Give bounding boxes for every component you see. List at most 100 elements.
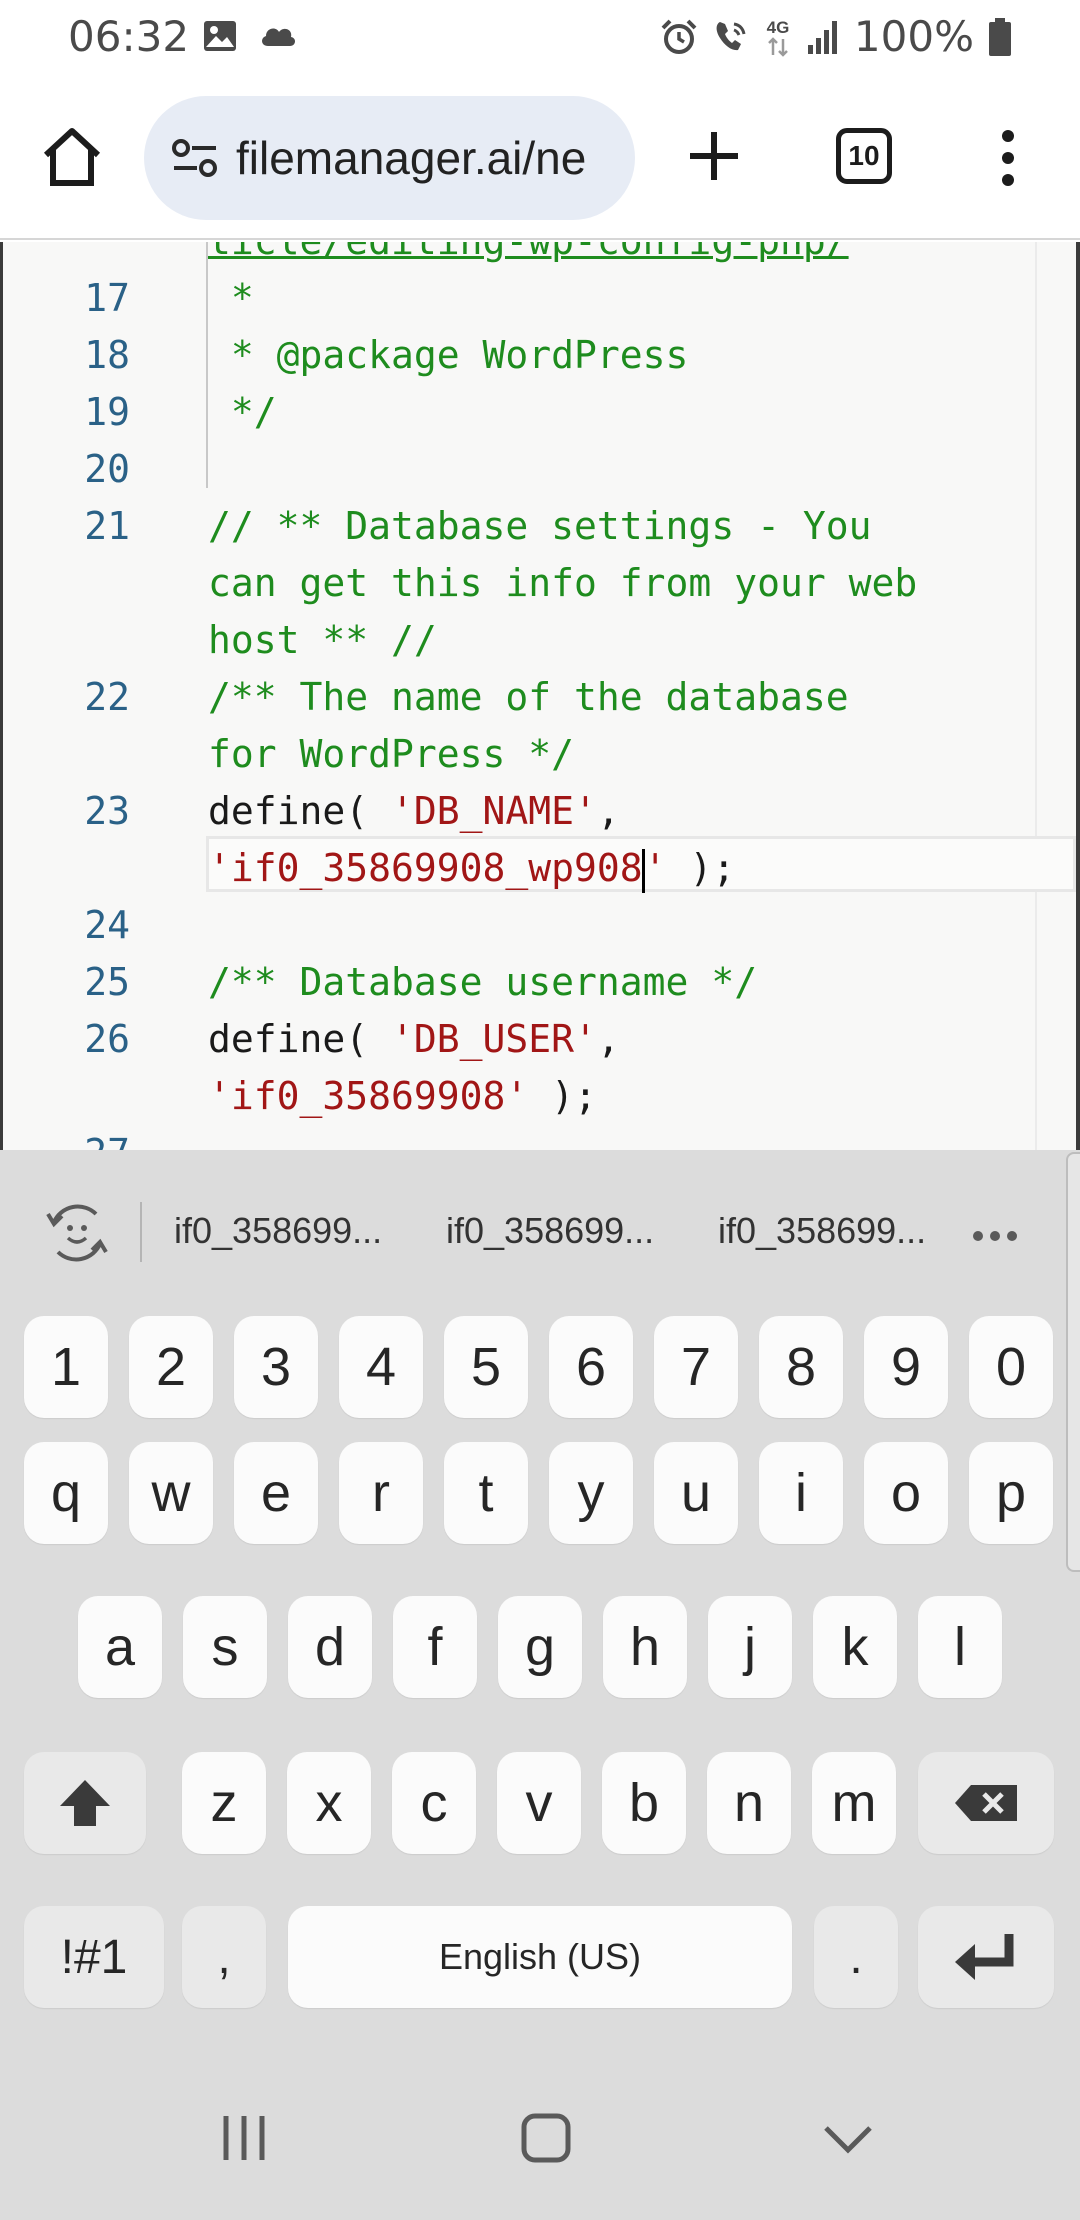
more-suggestions-icon[interactable] [972,1230,1018,1242]
comma-key[interactable]: , [182,1906,266,2008]
symbols-key[interactable]: !#1 [24,1906,164,2008]
key-5[interactable]: 5 [444,1316,528,1418]
key-2[interactable]: 2 [129,1316,213,1418]
code-line[interactable]: 19 */ [0,384,1080,441]
emoji-refresh-icon[interactable] [44,1200,110,1266]
backspace-icon [955,1785,1017,1821]
key-i[interactable]: i [759,1442,843,1544]
suggestion-2[interactable]: if0_358699... [446,1210,654,1252]
key-l[interactable]: l [918,1596,1002,1698]
key-9[interactable]: 9 [864,1316,948,1418]
key-j[interactable]: j [708,1596,792,1698]
site-settings-icon[interactable] [170,133,220,183]
suggestion-1[interactable]: if0_358699... [174,1210,382,1252]
status-left-icons [202,18,298,54]
key-4[interactable]: 4 [339,1316,423,1418]
wifi-calling-icon [716,21,746,50]
code-line[interactable]: 'if0_35869908_wp908' ); [0,840,1080,897]
code-token: define( [208,789,392,833]
key-a[interactable]: a [78,1596,162,1698]
code-line[interactable]: ticle/editing-wp-config-php/ [0,242,1080,270]
backspace-key[interactable] [918,1752,1054,1854]
period-key[interactable]: . [814,1906,898,2008]
suggestion-3[interactable]: if0_358699... [718,1210,926,1252]
key-t[interactable]: t [444,1442,528,1544]
key-x[interactable]: x [287,1752,371,1854]
code-line[interactable]: 21 // ** Database settings - You [0,498,1080,555]
enter-key[interactable] [918,1906,1054,2008]
key-8[interactable]: 8 [759,1316,843,1418]
line-number: 26 [84,1017,130,1061]
code-comment: host ** // [208,618,437,662]
key-p[interactable]: p [969,1442,1053,1544]
key-v[interactable]: v [497,1752,581,1854]
code-text: 'if0_35869908' ); [208,1068,597,1125]
key-6[interactable]: 6 [549,1316,633,1418]
key-d[interactable]: d [288,1596,372,1698]
key-w[interactable]: w [129,1442,213,1544]
code-text: for WordPress */ [208,726,574,783]
key-n[interactable]: n [707,1752,791,1854]
key-0[interactable]: 0 [969,1316,1053,1418]
key-s[interactable]: s [183,1596,267,1698]
key-o[interactable]: o [864,1442,948,1544]
tab-switcher-button[interactable]: 10 [836,128,892,184]
key-e[interactable]: e [234,1442,318,1544]
key-3[interactable]: 3 [234,1316,318,1418]
code-text: */ [208,384,277,441]
code-editor[interactable]: ticle/editing-wp-config-php/17 *18 * @pa… [0,242,1080,1150]
key-7[interactable]: 7 [654,1316,738,1418]
code-line[interactable]: 20 [0,441,1080,498]
code-token: ); [528,1074,597,1118]
suggestion-divider [140,1202,142,1262]
code-line[interactable]: 18 * @package WordPress [0,327,1080,384]
code-line[interactable]: 24 [0,897,1080,954]
shift-key[interactable] [24,1752,146,1854]
code-line[interactable]: for WordPress */ [0,726,1080,783]
key-m[interactable]: m [812,1752,896,1854]
line-number: 23 [84,789,130,833]
key-f[interactable]: f [393,1596,477,1698]
enter-icon [955,1934,1014,1980]
key-q[interactable]: q [24,1442,108,1544]
code-text: // ** Database settings - You [208,498,871,555]
key-c[interactable]: c [392,1752,476,1854]
key-g[interactable]: g [498,1596,582,1698]
code-line[interactable]: 22 /** The name of the database [0,669,1080,726]
code-link[interactable]: ticle/editing-wp-config-php/ [208,242,849,263]
code-string: 'DB_NAME' [391,789,597,833]
code-comment: /** The name of the database [208,675,849,719]
key-1[interactable]: 1 [24,1316,108,1418]
code-line[interactable]: 25 /** Database username */ [0,954,1080,1011]
code-line[interactable]: 27 [0,1125,1080,1150]
back-nav-icon[interactable] [812,2102,884,2174]
home-nav-icon[interactable] [510,2102,582,2174]
code-line[interactable]: 23 define( 'DB_NAME', [0,783,1080,840]
key-k[interactable]: k [813,1596,897,1698]
code-line[interactable]: 'if0_35869908' ); [0,1068,1080,1125]
space-key[interactable]: English (US) [288,1906,792,2008]
code-string: 'if0_35869908_wp908 [208,846,643,890]
more-menu-icon[interactable] [990,128,1026,188]
code-text: ticle/editing-wp-config-php/ [208,242,849,270]
key-r[interactable]: r [339,1442,423,1544]
code-line[interactable]: 26 define( 'DB_USER', [0,1011,1080,1068]
key-z[interactable]: z [182,1752,266,1854]
code-line[interactable]: 17 * [0,270,1080,327]
key-h[interactable]: h [603,1596,687,1698]
recent-apps-icon[interactable] [208,2102,280,2174]
line-number: 19 [84,390,130,434]
code-token: define( [208,1017,392,1061]
key-u[interactable]: u [654,1442,738,1544]
line-number: 22 [84,675,130,719]
home-icon[interactable] [40,125,104,189]
url-bar[interactable]: filemanager.ai/ne [144,96,635,220]
shift-icon [60,1780,110,1826]
code-line[interactable]: can get this info from your web [0,555,1080,612]
system-nav-bar [0,2056,1080,2220]
code-line[interactable]: host ** // [0,612,1080,669]
key-y[interactable]: y [549,1442,633,1544]
key-b[interactable]: b [602,1752,686,1854]
new-tab-icon[interactable] [684,126,744,186]
code-comment: can get this info from your web [208,561,918,605]
